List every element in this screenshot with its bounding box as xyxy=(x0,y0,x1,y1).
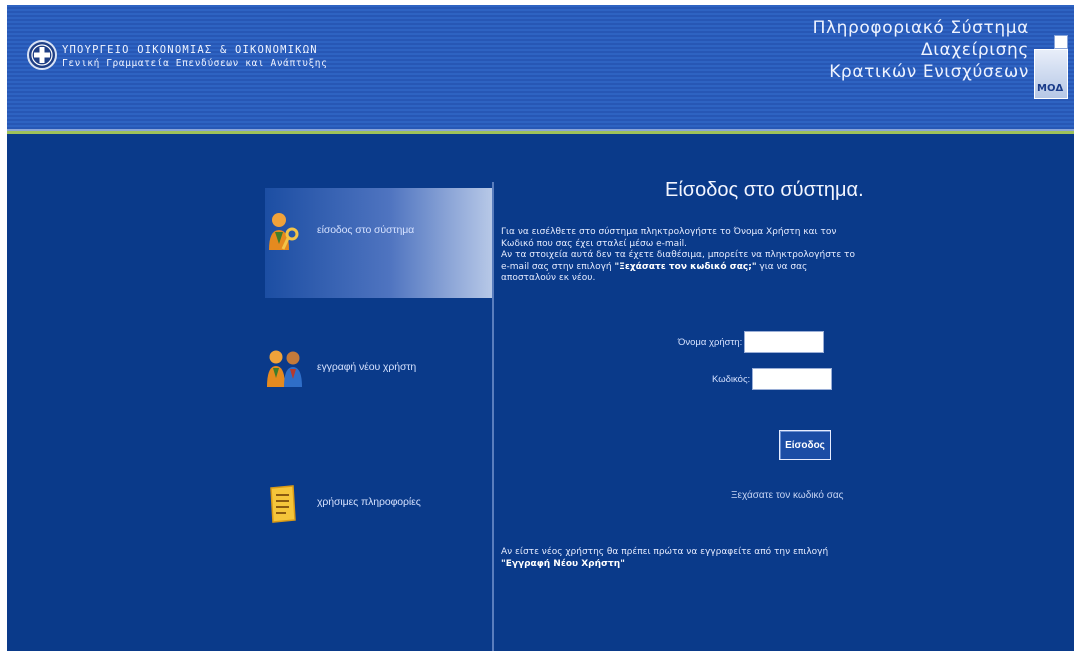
new-user-note-ref: "Εγγραφή Νέου Χρήστη" xyxy=(501,558,625,569)
users-icon xyxy=(265,347,305,387)
nav-item-register-label: εγγραφή νέου χρήστη xyxy=(317,361,417,373)
ministry-name: ΥΠΟΥΡΓΕΙΟ ΟΙΚΟΝΟΜΙΑΣ & ΟΙΚΟΝΟΜΙΚΩΝ xyxy=(62,44,318,56)
new-user-note: Αν είστε νέος χρήστης θα πρέπει πρώτα να… xyxy=(501,547,861,570)
nav-item-useful-info-label: χρήσιμες πληροφορίες xyxy=(317,496,421,508)
main-content: είσοδος στο σύστημα εγγραφή νέου χρήστη xyxy=(7,134,1074,651)
new-user-note-text: Αν είστε νέος χρήστης θα πρέπει πρώτα να… xyxy=(501,547,829,557)
username-row: Όνομα χρήστη: xyxy=(678,331,825,353)
system-title-line1: Πληροφοριακό Σύστημα xyxy=(812,18,1029,38)
system-title-line2: Διαχείρισης xyxy=(920,40,1029,60)
forgot-password-link[interactable]: Ξεχάσατε τον κωδικό σας xyxy=(731,490,843,501)
login-title: Είσοδος στο σύστημα. xyxy=(665,179,864,201)
column-divider xyxy=(492,182,494,651)
logo-block: ΜΟΔ xyxy=(1034,49,1068,99)
password-label: Κωδικός: xyxy=(712,373,751,385)
logo-flag-icon xyxy=(1054,35,1068,49)
username-input[interactable] xyxy=(744,331,825,353)
nav-item-useful-info[interactable]: χρήσιμες πληροφορίες xyxy=(265,482,421,523)
moa-logo: ΜΟΔ xyxy=(1034,35,1068,99)
page-frame: ΥΠΟΥΡΓΕΙΟ ΟΙΚΟΝΟΜΙΑΣ & ΟΙΚΟΝΟΜΙΚΩΝ Γενικ… xyxy=(7,5,1074,651)
document-icon xyxy=(265,482,305,523)
instructions-forgot-ref: "Ξεχάσατε τον κωδικό σας;" xyxy=(614,261,757,272)
greek-emblem-icon xyxy=(27,40,57,70)
logo-text: ΜΟΔ xyxy=(1037,83,1064,94)
password-row: Κωδικός: xyxy=(712,368,833,390)
login-submit-button[interactable]: Είσοδος xyxy=(779,430,831,460)
user-key-icon xyxy=(265,210,305,250)
header-banner: ΥΠΟΥΡΓΕΙΟ ΟΙΚΟΝΟΜΙΑΣ & ΟΙΚΟΝΟΜΙΚΩΝ Γενικ… xyxy=(7,5,1074,129)
system-title: Πληροφοριακό Σύστημα Διαχείρισης Κρατικώ… xyxy=(813,17,1029,83)
login-instructions: Για να εισέλθετε στο σύστημα πληκτρολογή… xyxy=(501,227,861,285)
nav-item-register[interactable]: εγγραφή νέου χρήστη xyxy=(265,347,416,387)
system-title-line3: Κρατικών Ενισχύσεων xyxy=(829,62,1029,82)
instructions-text-1: Για να εισέλθετε στο σύστημα πληκτρολογή… xyxy=(501,227,837,249)
password-input[interactable] xyxy=(752,368,833,390)
nav-item-login-label: είσοδος στο σύστημα xyxy=(317,224,415,236)
secretariat-name: Γενική Γραμματεία Επενδύσεων και Ανάπτυξ… xyxy=(62,58,328,69)
nav-item-login[interactable]: είσοδος στο σύστημα xyxy=(265,210,414,250)
username-label: Όνομα χρήστη: xyxy=(678,336,743,348)
